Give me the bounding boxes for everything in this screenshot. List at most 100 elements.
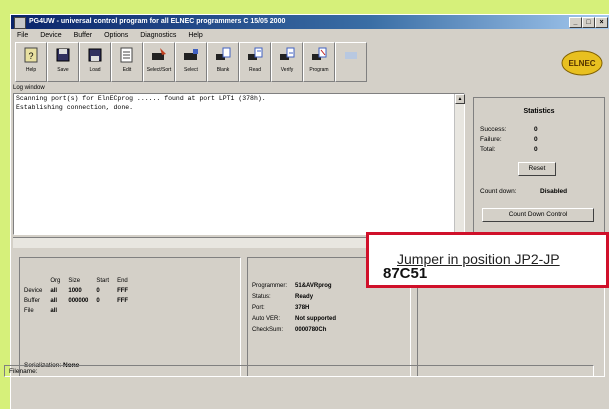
menu-diagnostics[interactable]: Diagnostics xyxy=(140,32,176,39)
row-label: File xyxy=(24,308,34,314)
program-button[interactable]: Program xyxy=(303,42,335,82)
load-button[interactable]: Load xyxy=(79,42,111,82)
verify-label: Verify xyxy=(280,67,294,73)
menu-options[interactable]: Options xyxy=(104,32,128,39)
app-icon xyxy=(14,17,26,29)
auto-verify-label: Auto VER: xyxy=(252,315,281,322)
save-button[interactable]: Save xyxy=(47,42,79,82)
save-icon xyxy=(56,48,70,62)
auto-verify-value: Not supported xyxy=(295,315,337,322)
row-label: Buffer xyxy=(24,298,40,304)
programmer-info-table: Programmer: 51&AVRprog Status: Ready Port:… xyxy=(248,280,340,335)
status-label: Status: xyxy=(252,293,271,300)
checksum-value: 0000780Ch xyxy=(295,326,327,333)
close-button[interactable]: × xyxy=(595,17,608,28)
port-label: Port: xyxy=(252,304,265,311)
table-cell: 0 xyxy=(96,288,100,294)
log-window-label: Log window xyxy=(13,85,45,91)
chip-icon xyxy=(184,49,198,60)
table-header: Size xyxy=(68,278,81,284)
programmer-label: Programmer: xyxy=(252,282,288,289)
table-cell: 0 xyxy=(96,298,100,304)
minimize-button[interactable]: _ xyxy=(569,17,582,28)
count-down-control-button[interactable]: Count Down Control xyxy=(482,208,594,222)
disabled-tool-button[interactable] xyxy=(335,42,367,82)
log-vertical-scrollbar[interactable]: ▲ xyxy=(454,94,465,234)
edit-button[interactable]: Edit xyxy=(111,42,143,82)
read-label: Read xyxy=(249,67,261,73)
table-row: Buffer all 000000 0 FFF xyxy=(20,296,132,306)
select-sort-label: Select/Sort xyxy=(146,67,172,73)
port-value: 378H xyxy=(295,304,310,311)
title-bar: PG4UW - universal control program for al… xyxy=(11,15,609,29)
table-cell: FFF xyxy=(117,298,129,304)
device-callout: Jumper in position JP2-JP 87C51 xyxy=(366,232,609,288)
menu-device[interactable]: Device xyxy=(40,32,61,39)
ranges-panel: Org Size Start End Device all 1000 0 FFF… xyxy=(19,257,241,377)
blank-button[interactable]: Blank xyxy=(207,42,239,82)
table-cell: all xyxy=(50,298,58,304)
blank-icon xyxy=(216,47,231,60)
log-line: Scanning port(s) for ElnECprog ...... fo… xyxy=(16,95,266,102)
table-cell: all xyxy=(50,308,58,314)
ranges-table: Org Size Start End Device all 1000 0 FFF… xyxy=(20,276,132,316)
help-button[interactable]: ? Help xyxy=(15,42,47,82)
failure-value: 0 xyxy=(534,136,538,143)
background-strip xyxy=(0,0,609,14)
failure-label: Failure: xyxy=(480,136,502,143)
verify-button[interactable]: Verify xyxy=(271,42,303,82)
program-label: Program xyxy=(309,67,329,73)
table-cell xyxy=(64,306,92,316)
app-window: PG4UW - universal control program for al… xyxy=(10,14,609,409)
select-icon xyxy=(152,48,166,60)
reset-button[interactable]: Reset xyxy=(518,162,556,176)
read-icon xyxy=(248,47,263,60)
filename-bar: Filename: xyxy=(4,365,594,377)
help-icon: ? xyxy=(24,47,38,63)
maximize-button[interactable]: □ xyxy=(582,17,595,28)
scroll-up-arrow[interactable]: ▲ xyxy=(455,94,465,104)
load-label: Load xyxy=(89,67,101,73)
success-value: 0 xyxy=(534,126,538,133)
menu-buffer[interactable]: Buffer xyxy=(74,32,93,39)
verify-icon xyxy=(280,47,295,60)
save-label: Save xyxy=(57,67,69,73)
table-header: Start xyxy=(96,278,110,284)
elnec-logo: ELNEC xyxy=(561,50,603,76)
select-sort-button[interactable]: Select/Sort xyxy=(143,42,175,82)
count-down-value: Disabled xyxy=(540,188,568,195)
edit-icon xyxy=(120,47,133,63)
device-name: 87C51 xyxy=(383,265,428,282)
table-header: End xyxy=(117,278,128,284)
table-row: File all xyxy=(20,306,132,316)
load-icon xyxy=(88,48,102,62)
table-cell: 1000 xyxy=(68,288,82,294)
menu-help[interactable]: Help xyxy=(188,32,202,39)
table-header: Org xyxy=(50,278,61,284)
select-label: Select xyxy=(184,67,198,73)
total-value: 0 xyxy=(534,146,538,153)
table-cell xyxy=(113,306,132,316)
table-cell xyxy=(92,306,113,316)
log-window: Scanning port(s) for ElnECprog ...... fo… xyxy=(13,93,465,235)
table-header xyxy=(20,276,46,286)
edit-label: Edit xyxy=(122,67,132,73)
table-header-row: Org Size Start End xyxy=(20,276,132,286)
program-icon xyxy=(312,47,327,60)
select-button[interactable]: Select xyxy=(175,42,207,82)
read-button[interactable]: Read xyxy=(239,42,271,82)
log-line: Establishing connection, done. xyxy=(16,104,134,111)
window-title: PG4UW - universal control program for al… xyxy=(29,18,286,25)
disabled-icon xyxy=(345,52,357,59)
table-cell: 000000 xyxy=(68,298,89,304)
toolbar: ? Help Save Load Edit Select/Sort Select… xyxy=(15,42,609,82)
row-label: Device xyxy=(24,288,43,294)
count-down-label: Count down: xyxy=(480,188,517,195)
success-label: Success: xyxy=(480,126,507,133)
menu-file[interactable]: File xyxy=(17,32,28,39)
help-label: Help xyxy=(25,67,37,73)
programmer-value: 51&AVRprog xyxy=(295,282,332,289)
statistics-panel: Statistics Success: 0 Failure: 0 Total: … xyxy=(473,97,605,249)
filename-label: Filename: xyxy=(9,368,38,375)
status-value: Ready xyxy=(295,293,314,300)
